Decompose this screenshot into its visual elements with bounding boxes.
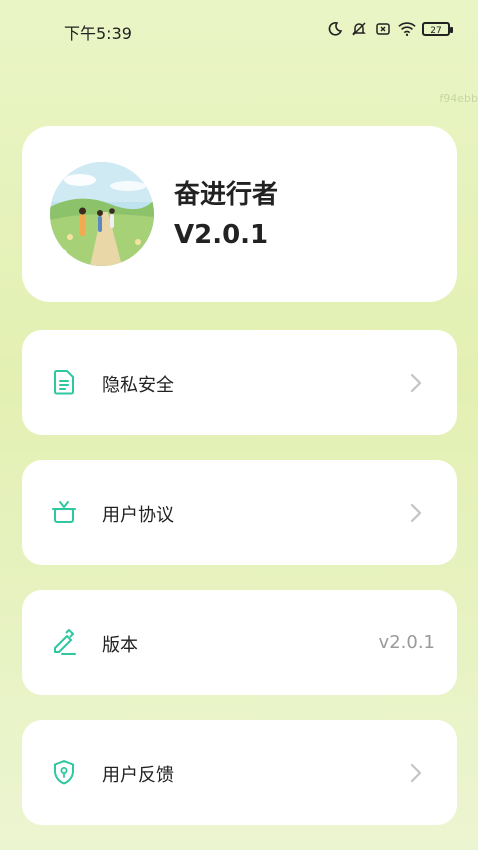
shield-icon [50, 758, 78, 786]
status-bar: 下午5:39 27 [0, 0, 478, 60]
menu-item-label: 隐私安全 [102, 375, 174, 396]
moon-icon [326, 20, 344, 38]
app-version: V2.0.1 [174, 220, 269, 250]
menu-item-label: 用户协议 [102, 505, 174, 526]
pencil-icon [50, 628, 78, 656]
sim-off-icon [374, 20, 392, 38]
menu-item-user-agreement[interactable]: 用户协议 [22, 460, 457, 565]
profile-card: 奋进行者 V2.0.1 [22, 126, 457, 302]
bell-muted-icon [350, 20, 368, 38]
status-icons: 27 [326, 20, 453, 38]
status-time: 下午5:39 [64, 24, 132, 43]
chevron-right-icon [409, 502, 423, 524]
chevron-right-icon [409, 372, 423, 394]
menu-item-label: 版本 [102, 635, 138, 656]
menu-item-feedback[interactable]: 用户反馈 [22, 720, 457, 825]
version-value: v2.0.1 [378, 632, 435, 653]
wifi-icon [398, 20, 416, 38]
watermark: f94ebb [439, 92, 478, 105]
gift-box-icon [50, 498, 78, 526]
menu-item-version[interactable]: 版本 v2.0.1 [22, 590, 457, 695]
menu-item-label: 用户反馈 [102, 765, 174, 786]
app-name: 奋进行者 [174, 180, 279, 210]
menu-item-privacy[interactable]: 隐私安全 [22, 330, 457, 435]
battery-icon: 27 [422, 22, 453, 36]
chevron-right-icon [409, 762, 423, 784]
avatar [50, 162, 154, 266]
document-icon [50, 368, 78, 396]
